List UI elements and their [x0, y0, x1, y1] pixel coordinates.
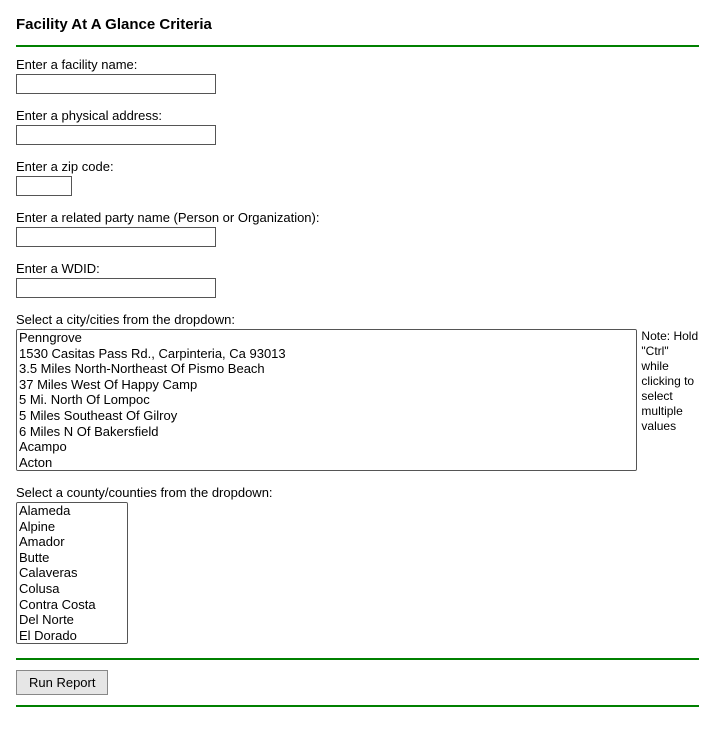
county-option[interactable]: Colusa	[17, 581, 127, 597]
physical-address-label: Enter a physical address:	[16, 108, 699, 123]
divider-bottom	[16, 658, 699, 660]
facility-name-group: Enter a facility name:	[16, 57, 699, 94]
county-option[interactable]: Contra Costa	[17, 597, 127, 613]
city-option[interactable]: Acton	[17, 455, 636, 471]
county-option[interactable]: Amador	[17, 534, 127, 550]
county-option[interactable]: El Dorado	[17, 628, 127, 644]
county-option[interactable]: Del Norte	[17, 612, 127, 628]
city-label: Select a city/cities from the dropdown:	[16, 312, 699, 327]
related-party-input[interactable]	[16, 227, 216, 247]
county-group: Select a county/counties from the dropdo…	[16, 485, 699, 644]
county-select[interactable]: AlamedaAlpineAmadorButteCalaverasColusaC…	[16, 502, 128, 644]
wdid-group: Enter a WDID:	[16, 261, 699, 298]
city-option[interactable]: 3.5 Miles North-Northeast Of Pismo Beach	[17, 361, 636, 377]
county-option[interactable]: Alpine	[17, 519, 127, 535]
city-option[interactable]: Penngrove	[17, 330, 636, 346]
city-option[interactable]: 5 Mi. North Of Lompoc	[17, 392, 636, 408]
city-select[interactable]: Penngrove1530 Casitas Pass Rd., Carpinte…	[16, 329, 637, 471]
facility-name-label: Enter a facility name:	[16, 57, 699, 72]
county-option[interactable]: Alameda	[17, 503, 127, 519]
county-option[interactable]: Calaveras	[17, 565, 127, 581]
city-option[interactable]: 1530 Casitas Pass Rd., Carpinteria, Ca 9…	[17, 346, 636, 362]
physical-address-input[interactable]	[16, 125, 216, 145]
divider-footer	[16, 705, 699, 707]
related-party-group: Enter a related party name (Person or Or…	[16, 210, 699, 247]
zip-code-input[interactable]	[16, 176, 72, 196]
city-option[interactable]: 5 Miles Southeast Of Gilroy	[17, 408, 636, 424]
city-option[interactable]: Acampo	[17, 439, 636, 455]
city-option[interactable]: Adelaida	[17, 470, 636, 471]
wdid-label: Enter a WDID:	[16, 261, 699, 276]
county-option[interactable]: Butte	[17, 550, 127, 566]
city-note: Note: Hold "Ctrl" while clicking to sele…	[641, 329, 699, 434]
run-report-button[interactable]: Run Report	[16, 670, 108, 695]
county-option[interactable]: Fresno	[17, 643, 127, 644]
physical-address-group: Enter a physical address:	[16, 108, 699, 145]
facility-name-input[interactable]	[16, 74, 216, 94]
wdid-input[interactable]	[16, 278, 216, 298]
city-option[interactable]: 37 Miles West Of Happy Camp	[17, 377, 636, 393]
related-party-label: Enter a related party name (Person or Or…	[16, 210, 699, 225]
city-group: Select a city/cities from the dropdown: …	[16, 312, 699, 471]
county-label: Select a county/counties from the dropdo…	[16, 485, 699, 500]
zip-code-label: Enter a zip code:	[16, 159, 699, 174]
zip-code-group: Enter a zip code:	[16, 159, 699, 196]
city-option[interactable]: 6 Miles N Of Bakersfield	[17, 424, 636, 440]
page-title: Facility At A Glance Criteria	[16, 16, 699, 33]
divider-top	[16, 45, 699, 47]
